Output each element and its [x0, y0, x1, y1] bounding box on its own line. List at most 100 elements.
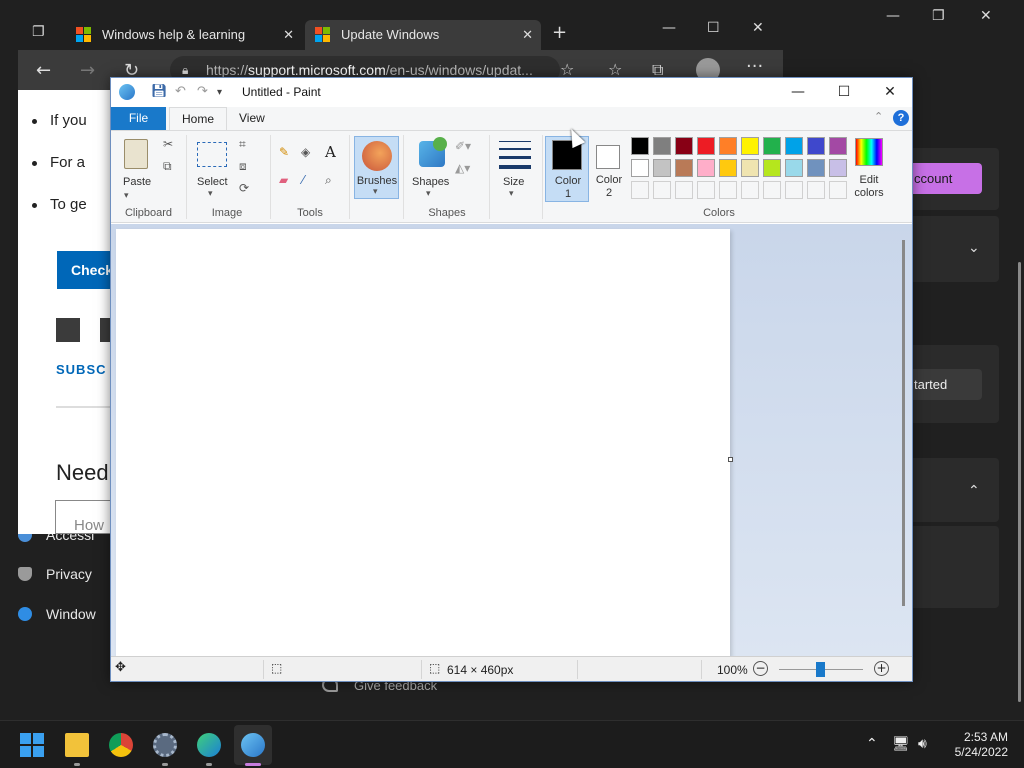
palette-swatch[interactable] — [675, 159, 693, 177]
tab-update-windows[interactable]: Update Windows ✕ — [305, 20, 541, 50]
paste-icon[interactable] — [124, 139, 148, 169]
palette-custom-slot[interactable] — [829, 181, 847, 199]
crop-icon[interactable]: ⌗ — [239, 137, 246, 152]
paint-close-button[interactable]: ✕ — [867, 81, 913, 103]
color1-button[interactable]: Color 1 — [545, 136, 589, 202]
file-explorer-icon[interactable] — [65, 733, 89, 757]
palette-swatch[interactable] — [741, 159, 759, 177]
palette-swatch[interactable] — [741, 137, 759, 155]
palette-custom-slot[interactable] — [675, 181, 693, 199]
back-arrow-icon[interactable]: ← — [36, 60, 51, 81]
edge-close-button[interactable]: ✕ — [752, 20, 764, 36]
palette-swatch[interactable] — [763, 159, 781, 177]
network-icon[interactable]: 🖥︎ — [892, 736, 910, 752]
cut-icon[interactable]: ✂ — [163, 137, 173, 151]
tab-file[interactable]: File — [111, 107, 166, 130]
canvas-resize-handle[interactable] — [728, 457, 733, 462]
nav-item-privacy[interactable]: Privacy — [18, 566, 118, 582]
palette-custom-slot[interactable] — [807, 181, 825, 199]
edge-icon[interactable] — [197, 733, 221, 757]
forward-arrow-icon[interactable]: → — [80, 60, 95, 81]
palette-swatch[interactable] — [675, 137, 693, 155]
palette-swatch[interactable] — [697, 137, 715, 155]
new-tab-icon[interactable]: + — [552, 22, 567, 43]
tab-home[interactable]: Home — [169, 107, 228, 131]
palette-swatch[interactable] — [807, 159, 825, 177]
chevron-up-icon[interactable]: ⌃ — [968, 483, 980, 499]
palette-swatch[interactable] — [829, 137, 847, 155]
settings-restore-button[interactable]: ❐ — [932, 8, 945, 24]
pencil-icon[interactable]: ✎ — [279, 145, 289, 159]
volume-icon[interactable]: 🔊︎ — [918, 736, 927, 752]
chrome-icon[interactable] — [109, 733, 133, 757]
select-icon[interactable] — [197, 142, 227, 167]
magnifier-icon[interactable]: ⌕ — [325, 173, 332, 188]
check-for-updates-button[interactable]: Check — [57, 251, 110, 289]
close-tab-icon[interactable]: ✕ — [522, 20, 533, 50]
palette-swatch[interactable] — [631, 159, 649, 177]
nav-item-windows-update[interactable]: Window — [18, 606, 118, 622]
facebook-icon[interactable] — [56, 318, 80, 342]
drawing-canvas[interactable] — [116, 229, 730, 657]
tab-view[interactable]: View — [227, 107, 277, 130]
paste-dropdown-icon[interactable]: ▾ — [124, 191, 129, 201]
outline-icon[interactable]: ✐▾ — [455, 139, 471, 153]
taskbar-clock[interactable]: 2:53 AM 5/24/2022 — [948, 730, 1008, 760]
palette-custom-slot[interactable] — [741, 181, 759, 199]
customize-toolbar-icon[interactable]: ▾ — [217, 87, 222, 98]
resize-icon[interactable]: ⧈ — [239, 159, 247, 174]
palette-swatch[interactable] — [807, 137, 825, 155]
help-icon[interactable]: ? — [893, 110, 909, 126]
show-hidden-icons-chevron-icon[interactable]: ⌃ — [866, 736, 878, 752]
text-icon[interactable]: A — [325, 143, 336, 161]
fill-bucket-icon[interactable]: ◈ — [301, 145, 310, 159]
shapes-button[interactable]: Shapes — [412, 176, 449, 188]
color-picker-icon[interactable]: ⁄ — [302, 173, 304, 187]
copy-icon[interactable]: ⧉ — [163, 159, 172, 174]
size-button[interactable]: Size — [503, 176, 524, 188]
fill-icon[interactable]: ◭▾ — [455, 161, 470, 175]
zoom-out-button[interactable]: − — [753, 661, 768, 676]
paint-app-icon[interactable] — [119, 84, 135, 100]
undo-icon[interactable]: ↶ — [175, 84, 186, 99]
palette-swatch[interactable] — [763, 137, 781, 155]
canvas-vertical-scrollbar[interactable] — [902, 240, 905, 606]
tab-actions-icon[interactable]: ❐ — [32, 24, 45, 40]
settings-scrollbar[interactable] — [1018, 262, 1021, 702]
zoom-in-button[interactable]: + — [874, 661, 889, 676]
help-search-input[interactable]: How — [55, 500, 110, 534]
palette-custom-slot[interactable] — [653, 181, 671, 199]
paint-minimize-button[interactable]: — — [775, 81, 821, 103]
brushes-button[interactable]: Brushes ▾ — [354, 136, 399, 199]
paint-maximize-button[interactable]: ☐ — [821, 81, 867, 103]
size-dropdown-icon[interactable]: ▾ — [509, 189, 514, 199]
paint-icon[interactable] — [241, 733, 265, 757]
palette-custom-slot[interactable] — [719, 181, 737, 199]
linkedin-icon[interactable] — [100, 318, 110, 342]
palette-custom-slot[interactable] — [785, 181, 803, 199]
palette-swatch[interactable] — [653, 159, 671, 177]
minimize-ribbon-icon[interactable]: ⌃ — [874, 110, 883, 123]
settings-minimize-button[interactable]: — — [886, 8, 900, 24]
palette-custom-slot[interactable] — [763, 181, 781, 199]
palette-swatch[interactable] — [719, 159, 737, 177]
settings-gear-icon[interactable] — [153, 733, 177, 757]
palette-swatch[interactable] — [829, 159, 847, 177]
paste-button[interactable]: Paste — [123, 176, 151, 188]
palette-swatch[interactable] — [785, 137, 803, 155]
select-button[interactable]: Select — [197, 176, 228, 188]
rotate-icon[interactable]: ⟳ — [239, 181, 249, 195]
settings-close-button[interactable]: ✕ — [980, 8, 992, 24]
palette-custom-slot[interactable] — [697, 181, 715, 199]
palette-swatch[interactable] — [785, 159, 803, 177]
palette-swatch[interactable] — [719, 137, 737, 155]
close-tab-icon[interactable]: ✕ — [283, 20, 294, 50]
palette-swatch[interactable] — [697, 159, 715, 177]
eraser-icon[interactable]: ▰ — [279, 173, 288, 187]
chevron-down-icon[interactable]: ⌄ — [968, 240, 980, 256]
select-dropdown-icon[interactable]: ▾ — [208, 189, 213, 199]
more-options-icon[interactable]: ··· — [746, 56, 763, 77]
shapes-dropdown-icon[interactable]: ▾ — [426, 189, 431, 199]
palette-swatch[interactable] — [631, 137, 649, 155]
edge-maximize-button[interactable]: ☐ — [707, 20, 720, 36]
